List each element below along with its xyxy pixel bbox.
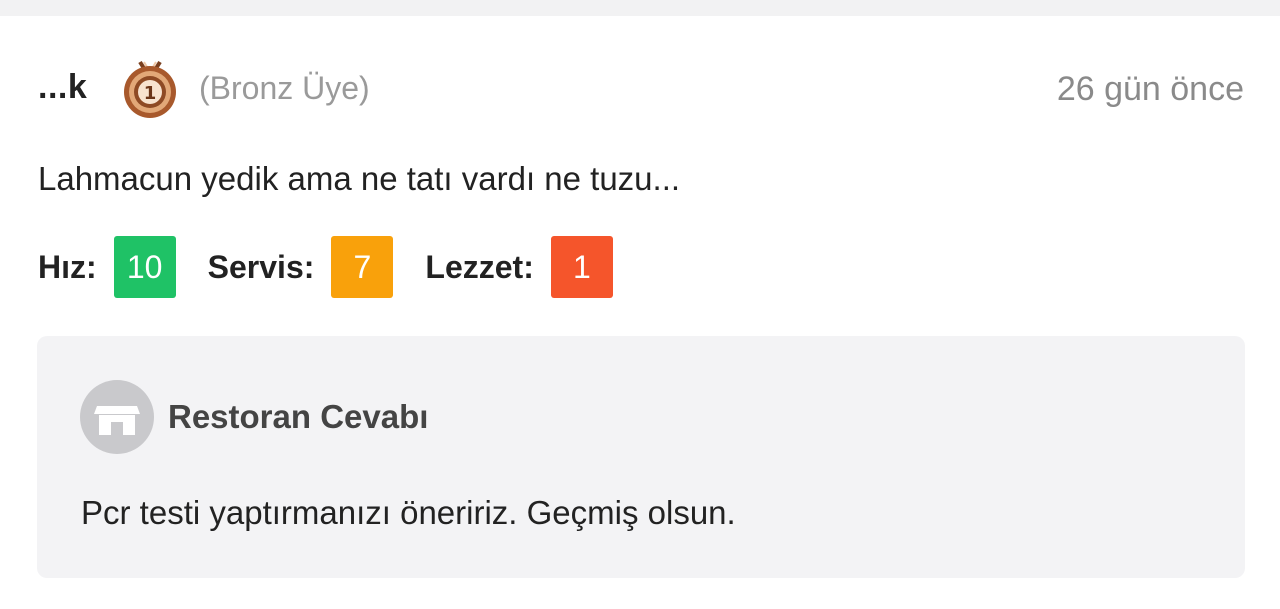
member-level-label: (Bronz Üye) [199,70,370,106]
rating-badge-service: 7 [331,236,394,298]
rating-label-speed: Hız: [38,248,97,285]
rating-label-service: Servis: [207,248,315,285]
reply-title: Restoran Cevabı [168,398,429,435]
review-timestamp: 26 gün önce [1056,70,1244,108]
top-divider [0,0,1280,16]
ratings-row: Hız: 10 Servis: 7 Lezzet: 1 [38,236,645,298]
svg-text:1: 1 [144,83,157,104]
rating-badge-speed: 10 [113,236,176,298]
review-header: ...k 1 (Bronz Üye) 26 gün önce [38,56,1244,120]
store-icon [80,380,154,454]
reply-text: Pcr testi yaptırmanızı öneririz. Geçmiş … [81,494,736,531]
rating-badge-taste: 1 [550,236,613,298]
review-card: ...k 1 (Bronz Üye) 26 gün önce Lahmacun … [0,16,1280,609]
review-comment: Lahmacun yedik ama ne tatı vardı ne tuzu… [38,160,681,197]
rating-label-taste: Lezzet: [425,248,534,285]
restaurant-reply: Restoran Cevabı Pcr testi yaptırmanızı ö… [37,336,1245,578]
reviewer-username: ...k [38,68,88,106]
bronze-medal-icon: 1 [124,60,176,118]
